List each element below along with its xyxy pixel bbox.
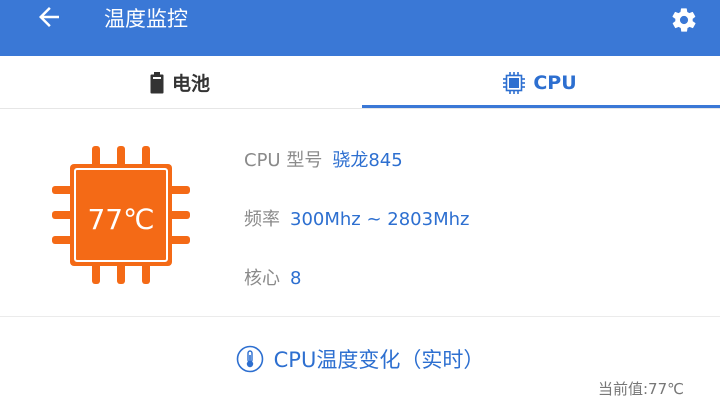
cpu-frequency-value: 300Mhz ~ 2803Mhz <box>290 209 470 230</box>
cpu-info-panel: 77℃ CPU 型号 骁龙845 频率 300Mhz ~ 2803Mhz 核心 8 <box>0 110 720 317</box>
page-title: 温度监控 <box>104 7 188 31</box>
arrow-left-icon <box>39 7 59 27</box>
cpu-model-row: CPU 型号 骁龙845 <box>244 146 403 172</box>
tab-battery[interactable]: 电池 <box>0 56 360 109</box>
tab-cpu[interactable]: CPU <box>360 56 720 109</box>
cpu-cores-value: 8 <box>290 268 302 289</box>
cpu-cores-label: 核心 <box>244 268 280 289</box>
tab-bar: 电池 CPU <box>0 56 720 109</box>
thermometer-icon <box>236 345 264 373</box>
cpu-frequency-row: 频率 300Mhz ~ 2803Mhz <box>244 205 469 231</box>
settings-button[interactable] <box>670 0 698 40</box>
tab-battery-label: 电池 <box>171 73 210 95</box>
temperature-chart-section: CPU温度变化（实时） 当前值:77℃ <box>0 318 720 404</box>
cpu-model-label: CPU 型号 <box>244 150 323 171</box>
cpu-frequency-label: 频率 <box>244 209 280 230</box>
app-bar: 温度监控 <box>0 0 720 56</box>
cpu-model-value: 骁龙845 <box>332 150 403 171</box>
current-temperature-value: 当前值:77℃ <box>598 380 684 398</box>
cpu-temperature: 77℃ <box>87 203 155 236</box>
tab-cpu-label: CPU <box>533 71 577 94</box>
cpu-chip-icon <box>503 71 526 94</box>
battery-icon <box>150 71 164 94</box>
back-button[interactable] <box>34 0 64 56</box>
tab-indicator <box>362 105 720 108</box>
cpu-cores-row: 核心 8 <box>244 264 301 290</box>
chart-section-header: CPU温度变化（实时） <box>0 344 720 374</box>
chart-section-title: CPU温度变化（实时） <box>273 348 485 372</box>
gear-icon <box>672 8 696 32</box>
